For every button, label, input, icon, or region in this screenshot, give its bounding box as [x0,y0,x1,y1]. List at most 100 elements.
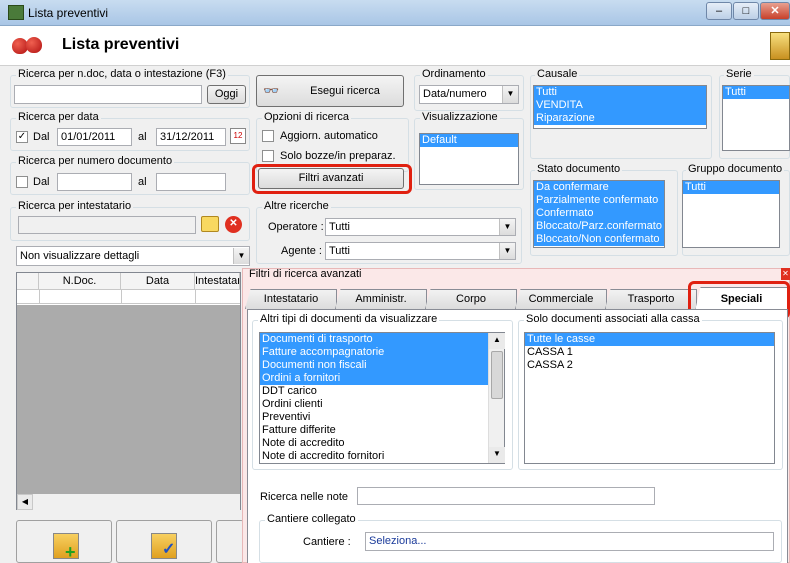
list-item[interactable]: CASSA 1 [525,346,774,359]
calendar-icon[interactable]: 12 [230,128,246,144]
number-to-input[interactable] [156,173,226,191]
doc-group-legend: Gruppo documento [686,163,785,175]
results-grid[interactable]: N.Doc. Data Intestatario ◀ [16,272,241,510]
grid-header-ndoc[interactable]: N.Doc. [39,273,121,290]
list-item[interactable]: Ordini a fornitori [260,372,504,385]
list-item[interactable]: Confermato [534,207,664,220]
panel-close-icon[interactable]: ✕ [781,268,790,280]
advanced-filters-button[interactable]: Filtri avanzati [258,168,404,189]
list-item[interactable]: Documenti non fiscali [260,359,504,372]
cash-legend: Solo documenti associati alla cassa [524,313,702,325]
list-item[interactable]: Tutti [723,86,789,99]
toolbar-icon[interactable] [770,32,790,60]
scroll-up-icon[interactable]: ▲ [489,333,505,349]
number-from-input[interactable] [57,173,132,191]
scroll-thumb[interactable] [491,351,503,399]
drafts-only-checkbox[interactable] [262,150,274,162]
list-item[interactable]: Preventivi [260,411,504,424]
list-item[interactable]: VENDITA [534,99,706,112]
grid-divider [39,290,40,304]
auto-refresh-label: Aggiorn. automatico [280,130,378,142]
notes-search-input[interactable] [357,487,655,505]
list-item[interactable]: Ordini clienti [260,398,504,411]
new-document-button[interactable]: + [16,520,112,563]
chevron-down-icon: ▼ [499,219,515,235]
status-legend: Stato documento [535,163,623,175]
list-item[interactable]: Tutte le casse [525,333,774,346]
status-list[interactable]: Da confermare Parzialmente confermato Co… [533,180,665,248]
agent-select[interactable]: Tutti ▼ [325,242,516,260]
minimize-button[interactable]: – [706,2,732,20]
agent-value: Tutti [329,245,350,257]
oggi-button[interactable]: Oggi [207,85,246,104]
execute-search-button[interactable]: 👓 Esegui ricerca [256,75,404,107]
maximize-button[interactable]: □ [733,2,759,20]
list-item[interactable]: Fatture differite [260,424,504,437]
chevron-down-icon: ▼ [499,243,515,259]
list-item[interactable]: Riparazione [534,112,706,125]
horizontal-scrollbar[interactable]: ◀ [17,494,240,510]
clear-icon[interactable]: ✕ [225,216,242,233]
list-item[interactable]: Note di accredito fornitori [260,450,504,463]
table-row[interactable] [17,290,240,304]
site-select[interactable]: Seleziona... [365,532,774,551]
agent-label: Agente : [281,245,322,257]
date-search-legend: Ricerca per data [16,111,101,123]
operator-select[interactable]: Tutti ▼ [325,218,516,236]
confirm-document-button[interactable]: ✓ [116,520,212,563]
list-item[interactable]: Tutti [534,86,706,99]
title-bar: Lista preventivi – □ ✕ [0,0,790,26]
strawberry-icon [26,37,42,53]
tab-commerciale[interactable]: Commerciale [515,289,607,309]
view-list[interactable]: Default [419,133,519,185]
grid-header-data[interactable]: Data [121,273,195,290]
operator-label: Operatore : [268,221,324,233]
header: Lista preventivi [0,26,790,66]
cash-list[interactable]: Tutte le casse CASSA 1 CASSA 2 [524,332,775,464]
tab-trasporto[interactable]: Trasporto [605,289,697,309]
serie-list[interactable]: Tutti [722,85,790,151]
list-item[interactable]: Default [420,134,518,147]
search-ndoc-input[interactable] [14,85,202,104]
list-item[interactable]: DDT carico [260,385,504,398]
list-item[interactable]: CASSA 2 [525,359,774,372]
holder-search-input[interactable] [18,216,196,234]
list-item[interactable]: Bloccato/Non confermato [534,233,664,246]
list-item[interactable]: Parzialmente confermato [534,194,664,207]
chevron-down-icon: ▼ [502,86,518,103]
doc-group-list[interactable]: Tutti [682,180,780,248]
close-button[interactable]: ✕ [760,2,790,20]
list-item[interactable]: Fatture accompagnatorie [260,346,504,359]
operator-value: Tutti [329,221,350,233]
number-search-checkbox[interactable] [16,176,28,188]
grid-header-intestatario[interactable]: Intestatario [195,273,240,290]
folder-icon[interactable] [201,216,219,232]
holder-search-legend: Ricerca per intestatario [16,200,134,212]
date-to-input[interactable]: 31/12/2011 [156,128,226,146]
more-button[interactable] [216,520,244,563]
number-search-legend: Ricerca per numero documento [16,155,175,167]
serie-legend: Serie [724,68,754,80]
list-item[interactable]: Documenti di trasporto [260,333,504,346]
list-item[interactable]: Da confermare [534,181,664,194]
list-item[interactable]: Note di accredito [260,437,504,450]
tab-corpo[interactable]: Corpo [425,289,517,309]
date-search-checkbox[interactable]: ✓ [16,131,28,143]
plus-icon: + [65,542,76,562]
details-select[interactable]: Non visualizzare dettagli ▼ [16,246,250,266]
tab-intestatario[interactable]: Intestatario [245,289,337,309]
causale-list[interactable]: Tutti VENDITA Riparazione [533,85,707,129]
vertical-scrollbar[interactable]: ▲ ▼ [488,333,505,463]
tab-amministr[interactable]: Amministr. [335,289,427,309]
list-item[interactable]: Bloccato/Parz.confermato [534,220,664,233]
list-item[interactable]: Tutti [683,181,779,194]
notes-search-label: Ricerca nelle note [260,491,349,503]
scroll-left-icon[interactable]: ◀ [17,494,33,510]
auto-refresh-checkbox[interactable] [262,130,274,142]
doc-types-list[interactable]: Documenti di trasporto Fatture accompagn… [259,332,505,464]
date-from-input[interactable]: 01/01/2011 [57,128,132,146]
ordinamento-legend: Ordinamento [420,68,488,80]
scroll-down-icon[interactable]: ▼ [489,447,505,463]
ordinamento-select[interactable]: Data/numero ▼ [419,85,519,104]
dal-label: Dal [33,131,50,143]
